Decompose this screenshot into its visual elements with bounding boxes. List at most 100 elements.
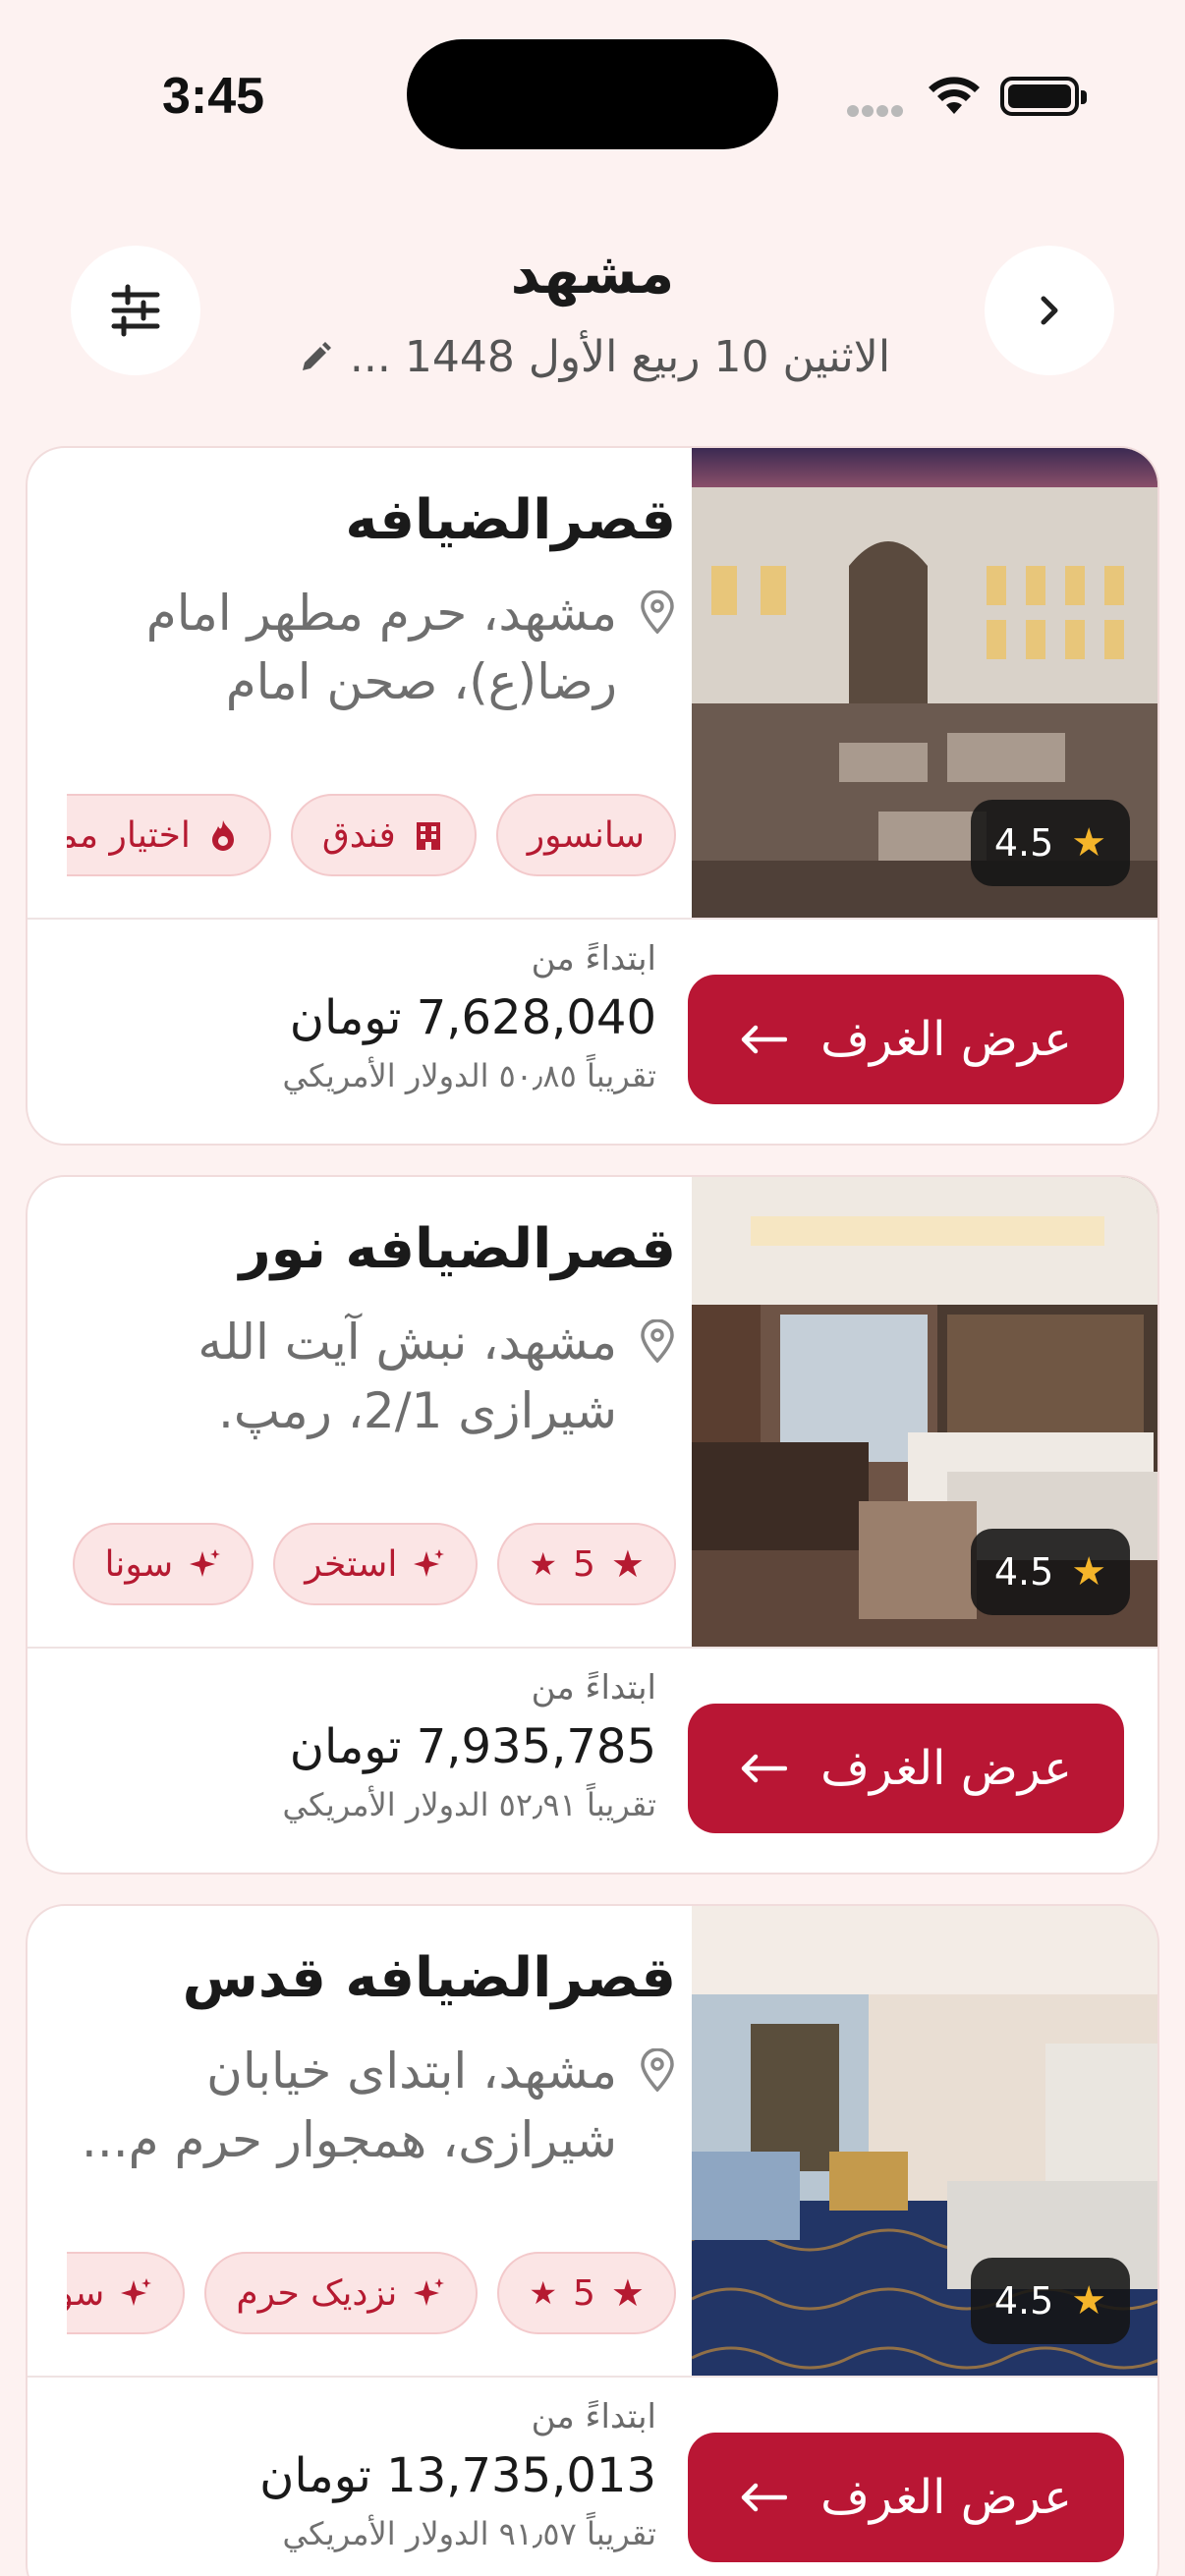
tag-label: سونا: [104, 1543, 174, 1585]
tag-label: نزديک حرم: [236, 2272, 398, 2314]
star-icon: ★: [610, 2271, 645, 2315]
hotel-address: مشهد، نبش آيت الله شيرازى 2/1، رمپ.: [67, 1308, 676, 1445]
view-rooms-label: عرض الغرف: [820, 1012, 1072, 1067]
rating-badge: 4.5 ★: [971, 1529, 1130, 1615]
view-rooms-button[interactable]: عرض الغرف: [688, 975, 1124, 1104]
tag-label: 5: [573, 2272, 595, 2314]
location-pin-icon: [641, 590, 674, 635]
header: مشهد الاثنين 10 ربيع الأول 1448 ...: [0, 226, 1185, 413]
tag-label: 5: [573, 1543, 595, 1585]
tag-label: فندق: [321, 814, 396, 856]
hotel-card[interactable]: 4.5 ★ قصرالضيافه مشهد، حرم مطهر امام رضا…: [26, 446, 1159, 1146]
hotel-info: قصرالضيافه قدس مشهد، ابتداى خيابان شيراز…: [67, 1945, 676, 2174]
rating-badge: 4.5 ★: [971, 2258, 1130, 2344]
hotel-info: قصرالضيافه مشهد، حرم مطهر امام رضا(ع)، ص…: [67, 487, 676, 716]
tag-stars[interactable]: ★ 5 ★: [497, 1523, 676, 1605]
tag-featured[interactable]: اختيار مميز: [67, 794, 271, 876]
building-icon: [416, 822, 440, 850]
hotel-photo[interactable]: 4.5 ★: [692, 448, 1157, 918]
tag-label: استخر: [305, 1543, 398, 1585]
hotel-card[interactable]: 4.5 ★ قصرالضيافه نور مشهد، نبش آيت الله …: [26, 1175, 1159, 1875]
view-rooms-label: عرض الغرف: [820, 1741, 1072, 1796]
arrow-left-icon: [741, 1754, 788, 1783]
star-icon: ★: [529, 1545, 558, 1583]
status-bar: 3:45: [0, 0, 1185, 187]
hotel-photo[interactable]: 4.5 ★: [692, 1906, 1157, 2376]
sparkle-icon: [414, 1549, 445, 1577]
tags-row[interactable]: ★ 5 ★ نزديک حرم سونا: [67, 2252, 676, 2340]
price-from-label: ابتداءً من: [531, 939, 656, 979]
sparkle-icon: [190, 1549, 221, 1577]
tag-label: سونا: [67, 2272, 105, 2314]
star-icon: ★: [610, 1542, 645, 1586]
tag-sauna[interactable]: سونا: [73, 1523, 254, 1605]
page-title: مشهد: [510, 240, 675, 307]
tag-hotel[interactable]: فندق: [290, 794, 477, 876]
tag-label: سانسور: [527, 814, 645, 856]
tag-elevator[interactable]: سانسور: [495, 794, 676, 876]
address-text: مشهد، حرم مطهر امام رضا(ع)، صحن امام حسن…: [145, 585, 617, 711]
hotel-card[interactable]: 4.5 ★ قصرالضيافه قدس مشهد، ابتداى خيابان…: [26, 1904, 1159, 2576]
star-icon: ★: [1071, 2278, 1107, 2324]
hotel-name: قصرالضيافه: [345, 488, 676, 552]
divider: [28, 918, 1157, 920]
hotel-address: مشهد، حرم مطهر امام رضا(ع)، صحن امام حسن…: [67, 579, 676, 716]
tag-label: اختيار مميز: [67, 814, 191, 856]
divider: [28, 1647, 1157, 1649]
address-text: مشهد، ابتداى خيابان شيرازى، همجوار حرم م…: [81, 2043, 617, 2169]
star-icon: ★: [1071, 1549, 1107, 1595]
view-rooms-label: عرض الغرف: [820, 2470, 1072, 2525]
price-value: 7,628,040 تومان: [289, 990, 656, 1045]
star-icon: ★: [529, 2274, 558, 2312]
price-value: 13,735,013 تومان: [259, 2448, 656, 2503]
tag-pool[interactable]: استخر: [273, 1523, 479, 1605]
hotel-name: قصرالضيافه قدس: [182, 1946, 676, 2010]
date-text: الاثنين 10 ربيع الأول 1448 ...: [349, 332, 891, 382]
sliders-icon: [111, 284, 160, 337]
rating-value: 4.5: [993, 821, 1054, 865]
price-usd: تقريباً ٥٠٫٨٥ الدولار الأمريكي: [282, 1057, 657, 1094]
view-rooms-button[interactable]: عرض الغرف: [688, 1704, 1124, 1833]
rating-badge: 4.5 ★: [971, 800, 1130, 886]
location-pin-icon: [641, 2048, 674, 2093]
battery-icon: [1000, 77, 1087, 116]
signal-icon: [847, 102, 906, 121]
tags-row[interactable]: اختيار مميز فندق سانسور: [67, 794, 676, 882]
arrow-left-icon: [741, 1025, 788, 1054]
wifi-icon: [929, 77, 980, 114]
location-pin-icon: [641, 1319, 674, 1364]
price-value: 7,935,785 تومان: [289, 1719, 656, 1774]
dynamic-island: [407, 39, 778, 149]
hotel-address: مشهد، ابتداى خيابان شيرازى، همجوار حرم م…: [67, 2037, 676, 2174]
price-block: ابتداءً من 7,935,785 تومان تقريباً ٥٢٫٩١…: [67, 1668, 657, 1823]
hotel-photo[interactable]: 4.5 ★: [692, 1177, 1157, 1647]
date-selector[interactable]: الاثنين 10 ربيع الأول 1448 ...: [275, 332, 914, 382]
price-usd: تقريباً ٩١٫٥٧ الدولار الأمريكي: [282, 2515, 657, 2552]
hotel-info: قصرالضيافه نور مشهد، نبش آيت الله شيرازى…: [67, 1216, 676, 1445]
arrow-left-icon: [741, 2483, 788, 2512]
fire-icon: [211, 820, 234, 851]
star-icon: ★: [1071, 820, 1107, 866]
address-text: مشهد، نبش آيت الله شيرازى 2/1، رمپ.: [198, 1314, 617, 1440]
divider: [28, 2376, 1157, 2378]
rating-value: 4.5: [993, 2279, 1054, 2323]
rating-value: 4.5: [993, 1550, 1054, 1594]
sparkle-icon: [121, 2278, 152, 2306]
chevron-right-icon: [1041, 296, 1058, 325]
price-block: ابتداءً من 13,735,013 تومان تقريباً ٩١٫٥…: [67, 2397, 656, 2552]
sparkle-icon: [414, 2278, 445, 2306]
price-from-label: ابتداءً من: [531, 1668, 656, 1708]
price-usd: تقريباً ٥٢٫٩١ الدولار الأمريكي: [282, 1786, 657, 1823]
tag-stars[interactable]: ★ 5 ★: [497, 2252, 676, 2334]
view-rooms-button[interactable]: عرض الغرف: [688, 2433, 1124, 2562]
hotel-name: قصرالضيافه نور: [239, 1217, 676, 1281]
tag-sauna[interactable]: سونا: [67, 2252, 186, 2334]
tag-near-shrine[interactable]: نزديک حرم: [204, 2252, 479, 2334]
price-block: ابتداءً من 7,628,040 تومان تقريباً ٥٠٫٨٥…: [67, 939, 657, 1094]
filter-button[interactable]: [71, 246, 200, 375]
tags-row[interactable]: ★ 5 ★ استخر سونا: [67, 1523, 676, 1611]
back-button[interactable]: [985, 246, 1114, 375]
pencil-icon: [302, 341, 331, 370]
status-time: 3:45: [162, 68, 265, 125]
price-from-label: ابتداءً من: [531, 2397, 656, 2436]
